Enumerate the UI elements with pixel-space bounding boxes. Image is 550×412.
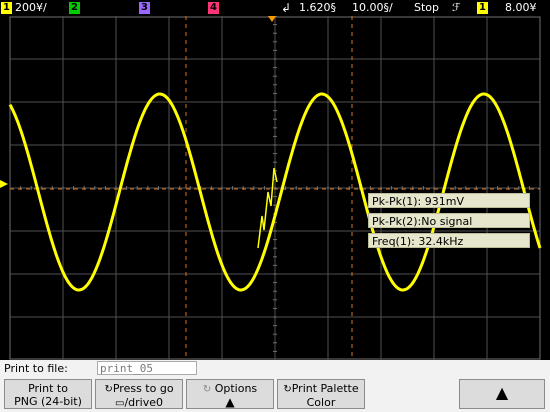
run-state[interactable]: Stop [414, 1, 439, 15]
press-to-go-label: Press to go [112, 382, 174, 395]
menu-up-softkey[interactable]: ▲ [459, 379, 545, 409]
options-label: Options [214, 382, 258, 395]
print-palette-softkey[interactable]: ↻Print Palette Color [277, 379, 365, 409]
waveform-graticule [0, 16, 542, 360]
channel-2-indicator[interactable]: 2 [69, 2, 80, 14]
print-to-softkey[interactable]: Print to PNG (24-bit) [4, 379, 92, 409]
trigger-source[interactable]: 1 [477, 2, 488, 14]
channel-3-indicator[interactable]: 3 [139, 2, 150, 14]
channel-1-scale[interactable]: 200¥/ [15, 1, 47, 15]
scope-display: Pk-Pk(1): 931mV Pk-Pk(2):No signal Freq(… [0, 16, 550, 360]
trigger-slope-icon: ℱ [452, 1, 461, 14]
drive-path-value: /drive0 [124, 396, 163, 409]
waveform-glitch [257, 167, 278, 249]
rotate-arrow-icon: ↻ [202, 384, 212, 395]
print-format-value: PNG (24-bit) [14, 395, 82, 408]
time-scale[interactable]: 10.00§/ [352, 1, 393, 15]
arrow-up-icon: ▲ [225, 395, 235, 409]
measurement-pkpk-2: Pk-Pk(2):No signal [368, 213, 530, 228]
options-softkey[interactable]: ↻ Options ▲ [186, 379, 274, 409]
print-to-file-label: Print to file: [4, 362, 68, 375]
print-to-label: Print to [28, 382, 68, 395]
softkey-panel: Print to file: print_05 Print to PNG (24… [0, 360, 550, 412]
print-filename-field[interactable]: print_05 [97, 361, 197, 375]
measurement-pkpk-1: Pk-Pk(1): 931mV [368, 193, 530, 208]
print-palette-label: Print Palette [291, 382, 359, 395]
channel-1-indicator[interactable]: 1 [1, 2, 12, 14]
rotate-arrow-icon: ↻ [283, 384, 292, 395]
arrow-up-icon: ▲ [495, 383, 509, 402]
time-delay[interactable]: 1.620§ [299, 1, 336, 15]
trigger-edge-icon: ↲ [281, 1, 292, 15]
status-bar: 1 200¥/ 2 3 4 ↲ 1.620§ 10.00§/ Stop ℱ 1 … [0, 0, 550, 16]
measurement-freq-1: Freq(1): 32.4kHz [368, 233, 530, 248]
channel-1-ground-marker [0, 180, 8, 188]
press-to-go-softkey[interactable]: ↻Press to go ▭/drive0 [95, 379, 183, 409]
channel-4-indicator[interactable]: 4 [208, 2, 219, 14]
print-palette-value: Color [306, 396, 336, 409]
trigger-level[interactable]: 8.00¥ [505, 1, 537, 15]
rotate-arrow-icon: ↻ [104, 384, 113, 395]
